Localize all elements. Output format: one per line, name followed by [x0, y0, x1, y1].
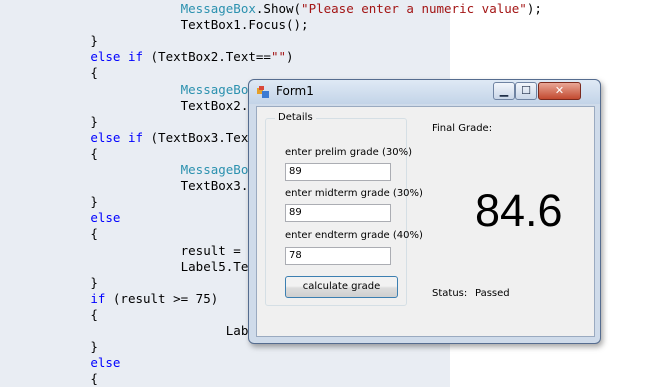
endterm-input[interactable]: 78 — [285, 247, 391, 265]
code-token: } — [90, 194, 98, 210]
form1-window: Form1 ▁ ☐ ✕ Details enter prelim grade (… — [248, 79, 601, 344]
final-grade-value: 84.6 — [475, 185, 563, 236]
title-bar[interactable]: Form1 ▁ ☐ ✕ — [249, 80, 600, 104]
code-token: .Show( — [255, 1, 302, 16]
code-token: "Please enter a numeric value" — [301, 1, 527, 16]
details-group-label: Details — [275, 112, 316, 123]
code-line: else if (TextBox2.Text=="") — [0, 48, 450, 66]
status-label: Status: — [432, 288, 468, 299]
prelim-input[interactable]: 89 — [285, 163, 391, 181]
code-token: else if — [90, 49, 143, 65]
status-value: Passed — [475, 288, 510, 299]
code-token: } — [90, 339, 98, 355]
code-token: TextBox1.Focus(); — [180, 17, 309, 33]
code-line: TextBox1.Focus(); — [0, 16, 450, 34]
code-token: MessageBox — [180, 81, 256, 97]
code-token: MessageBox — [180, 1, 256, 16]
code-token: { — [90, 371, 98, 387]
code-token: ); — [526, 1, 542, 16]
midterm-label: enter midterm grade (30%) — [285, 188, 423, 199]
close-button[interactable]: ✕ — [538, 82, 581, 100]
final-grade-label: Final Grade: — [432, 123, 493, 134]
code-line: } — [0, 32, 450, 50]
code-token: else — [90, 355, 121, 371]
code-token: (result >= 75) — [105, 290, 219, 306]
window-title: Form1 — [276, 84, 314, 98]
code-token: { — [90, 226, 98, 242]
code-token: MessageBox — [180, 162, 256, 177]
code-token: ) — [286, 49, 294, 65]
code-token: else — [90, 210, 121, 226]
code-token: { — [90, 306, 98, 322]
code-token: else if — [90, 129, 143, 145]
code-token: (TextBox2.Text== — [143, 49, 271, 65]
code-token: } — [90, 33, 98, 49]
code-token: { — [90, 65, 98, 81]
code-line: MessageBox.Show("Please enter a numeric … — [0, 0, 542, 17]
app-form-icon — [257, 86, 269, 98]
form-client-area: Details enter prelim grade (30%) 89 ente… — [256, 106, 595, 337]
code-token: if — [90, 290, 106, 306]
maximize-button[interactable]: ☐ — [515, 82, 537, 100]
minimize-button[interactable]: ▁ — [493, 82, 515, 100]
code-token: { — [90, 145, 98, 161]
code-line: else — [0, 354, 450, 372]
endterm-label: enter endterm grade (40%) — [285, 230, 423, 241]
calculate-grade-button[interactable]: calculate grade — [285, 276, 398, 298]
prelim-label: enter prelim grade (30%) — [285, 147, 413, 158]
code-token: } — [90, 274, 98, 290]
midterm-input[interactable]: 89 — [285, 204, 391, 222]
code-line: { — [0, 370, 450, 387]
code-token: "" — [270, 49, 286, 65]
code-token: } — [90, 113, 98, 129]
